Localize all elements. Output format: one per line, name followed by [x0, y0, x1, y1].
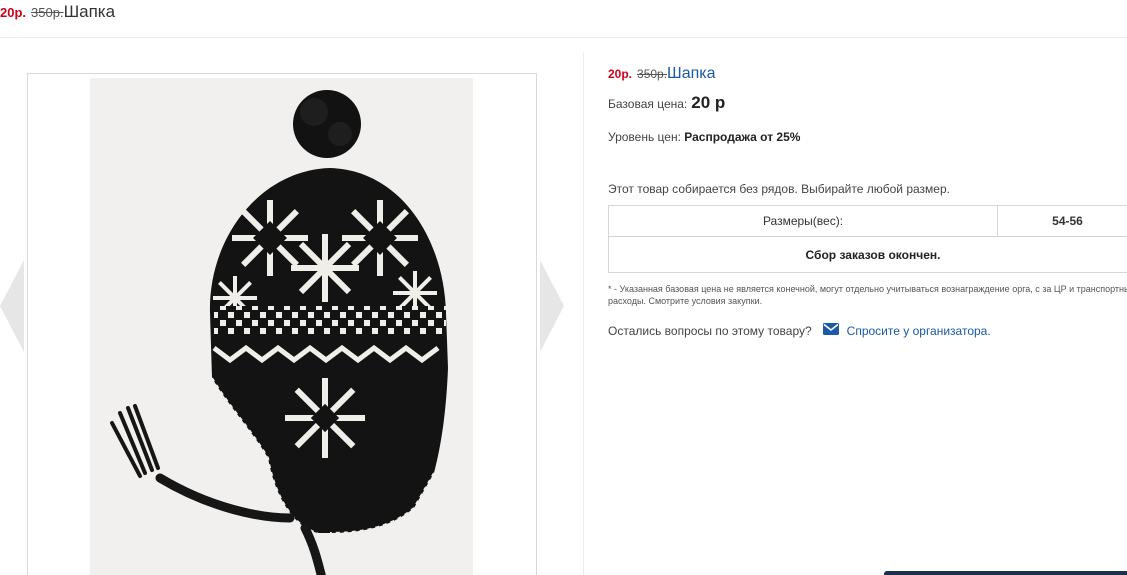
product-image-frame	[27, 73, 537, 575]
header-product-name: Шапка	[63, 2, 116, 21]
price-footnote: * - Указанная базовая цена не является к…	[608, 284, 1127, 306]
page-header-title: 20р. 350р.Шапка	[0, 0, 115, 24]
knit-hat-image	[90, 78, 473, 575]
product-title: 20р. 350р.Шапка	[608, 62, 1127, 86]
old-price: 350р.	[637, 67, 668, 81]
question-row: Остались вопросы по этому товару? Спроси…	[608, 323, 1127, 338]
rows-note: Этот товар собирается без рядов. Выбирай…	[608, 182, 950, 196]
header-divider	[0, 37, 1127, 38]
table-row: Размеры(вес): 54-56	[608, 205, 1127, 237]
price-level-row: Уровень цен: Распродажа от 25%	[608, 130, 1127, 144]
gallery-next-button[interactable]	[540, 260, 564, 352]
orders-closed-status: Сбор заказов окончен.	[608, 236, 1127, 273]
column-divider	[583, 52, 584, 575]
price-level-label: Уровень цен:	[608, 130, 681, 144]
price-level-value: Распродажа от 25%	[684, 130, 801, 144]
product-details: 20р. 350р.Шапка Базовая цена: 20 р Уровень…	[608, 62, 1127, 338]
floating-widget-edge[interactable]	[884, 571, 1127, 575]
sale-price: 20р.	[608, 67, 633, 81]
gallery-prev-button[interactable]	[0, 260, 24, 352]
header-old-price: 350р.	[31, 5, 64, 20]
base-price-row: Базовая цена: 20 р	[608, 93, 1127, 113]
size-value[interactable]: 54-56	[997, 205, 1127, 237]
header-sale-price: 20р.	[0, 5, 27, 20]
base-price-value: 20 р	[691, 93, 726, 112]
chevron-right-icon	[540, 260, 564, 352]
size-label: Размеры(вес):	[608, 205, 998, 237]
product-photo[interactable]	[90, 78, 473, 575]
question-text: Остались вопросы по этому товару?	[608, 323, 812, 338]
ask-organizer-link[interactable]: Спросите у организатора.	[847, 324, 991, 338]
base-price-label: Базовая цена:	[608, 97, 688, 111]
table-row: Сбор заказов окончен.	[608, 236, 1127, 273]
size-table: Размеры(вес): 54-56 Сбор заказов окончен…	[608, 205, 1127, 273]
chevron-left-icon	[0, 260, 24, 352]
product-name: Шапка	[667, 65, 716, 82]
envelope-icon	[822, 323, 839, 338]
